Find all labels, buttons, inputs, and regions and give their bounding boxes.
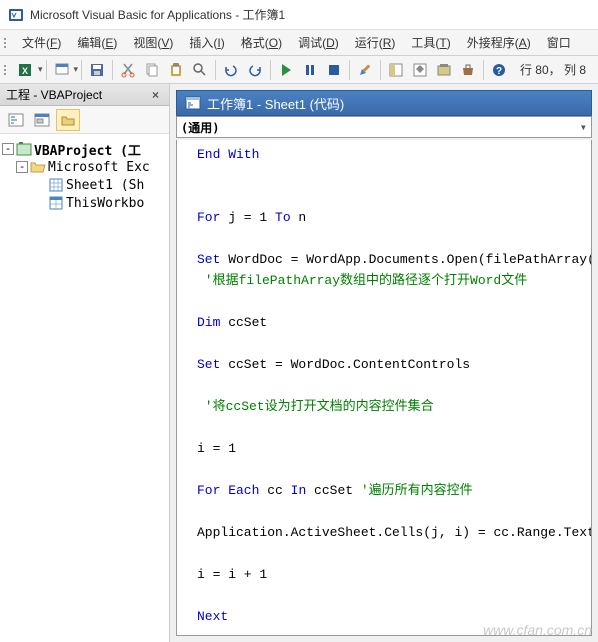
break-icon[interactable] <box>299 59 321 81</box>
vba-app-icon <box>8 7 24 23</box>
worksheet-icon <box>48 177 64 193</box>
workbook-icon <box>48 195 64 211</box>
code-editor[interactable]: End With For j = 1 To n Set WordDoc = Wo… <box>176 140 592 636</box>
cursor-position: 行 80， 列 8 <box>520 61 594 78</box>
main-toolbar: X ▾ ▾ ? 行 80， 列 8 <box>0 56 598 84</box>
project-tree: - VBAProject (工 - Microsoft Exc Sheet1 (… <box>0 134 169 218</box>
view-excel-icon[interactable]: X <box>15 59 37 81</box>
collapse-icon[interactable]: - <box>2 143 14 155</box>
toolbox-icon[interactable] <box>457 59 479 81</box>
insert-userform-icon[interactable] <box>51 59 73 81</box>
tree-label: ThisWorkbo <box>66 196 144 211</box>
design-mode-icon[interactable] <box>354 59 376 81</box>
menu-item-工具[interactable]: 工具(T) <box>403 30 458 55</box>
redo-icon[interactable] <box>244 59 266 81</box>
copy-icon[interactable] <box>141 59 163 81</box>
tree-folder[interactable]: - Microsoft Exc <box>2 158 167 176</box>
menu-item-插入[interactable]: 插入(I) <box>181 30 232 55</box>
toolbar-grip[interactable] <box>4 65 10 75</box>
vba-project-icon <box>16 141 32 157</box>
menu-item-文件[interactable]: 文件(F) <box>14 30 69 55</box>
watermark: www.cfan.com.cn <box>483 622 592 638</box>
run-icon[interactable] <box>275 59 297 81</box>
title-bar: Microsoft Visual Basic for Applications … <box>0 0 598 30</box>
tree-label: VBAProject (工 <box>34 140 141 159</box>
help-icon[interactable]: ? <box>488 59 510 81</box>
tree-sheet1[interactable]: Sheet1 (Sh <box>2 176 167 194</box>
undo-icon[interactable] <box>220 59 242 81</box>
project-explorer-panel: 工程 - VBAProject × - VBAProject (工 - Micr… <box>0 84 170 642</box>
folder-open-icon <box>30 159 46 175</box>
code-area: 工作簿1 - Sheet1 (代码) (通用)▾ End With For j … <box>170 84 598 642</box>
object-dropdown[interactable]: (通用)▾ <box>176 116 592 138</box>
menu-item-运行[interactable]: 运行(R) <box>347 30 404 55</box>
project-panel-toolbar <box>0 106 169 134</box>
code-window-title-bar[interactable]: 工作簿1 - Sheet1 (代码) <box>176 90 592 116</box>
view-code-icon[interactable] <box>4 109 28 131</box>
menu-item-视图[interactable]: 视图(V) <box>125 30 181 55</box>
svg-text:?: ? <box>496 66 502 77</box>
tree-label: Microsoft Exc <box>48 160 150 175</box>
collapse-icon[interactable]: - <box>16 161 28 173</box>
project-panel-title: 工程 - VBAProject <box>6 86 102 103</box>
tree-root[interactable]: - VBAProject (工 <box>2 140 167 158</box>
menu-item-格式[interactable]: 格式(O) <box>233 30 290 55</box>
view-object-icon[interactable] <box>30 109 54 131</box>
tree-label: Sheet1 (Sh <box>66 178 144 193</box>
menu-bar: 文件(F)编辑(E)视图(V)插入(I)格式(O)调试(D)运行(R)工具(T)… <box>0 30 598 56</box>
menu-item-编辑[interactable]: 编辑(E) <box>69 30 125 55</box>
tree-thisworkbook[interactable]: ThisWorkbo <box>2 194 167 212</box>
toggle-folders-icon[interactable] <box>56 109 80 131</box>
project-explorer-icon[interactable] <box>385 59 407 81</box>
paste-icon[interactable] <box>165 59 187 81</box>
project-panel-title-bar: 工程 - VBAProject × <box>0 84 169 106</box>
toolbar-grip[interactable] <box>4 38 10 48</box>
menu-item-窗口[interactable]: 窗口 <box>539 30 579 55</box>
window-title: Microsoft Visual Basic for Applications … <box>30 6 285 23</box>
reset-icon[interactable] <box>323 59 345 81</box>
save-icon[interactable] <box>86 59 108 81</box>
code-window-icon <box>185 95 201 111</box>
cut-icon[interactable] <box>117 59 139 81</box>
close-icon[interactable]: × <box>148 88 163 102</box>
menu-item-调试[interactable]: 调试(D) <box>290 30 347 55</box>
code-window-title: 工作簿1 - Sheet1 (代码) <box>207 94 344 113</box>
find-icon[interactable] <box>189 59 211 81</box>
object-browser-icon[interactable] <box>433 59 455 81</box>
svg-text:X: X <box>22 66 28 76</box>
menu-item-外接程序[interactable]: 外接程序(A) <box>459 30 539 55</box>
properties-window-icon[interactable] <box>409 59 431 81</box>
